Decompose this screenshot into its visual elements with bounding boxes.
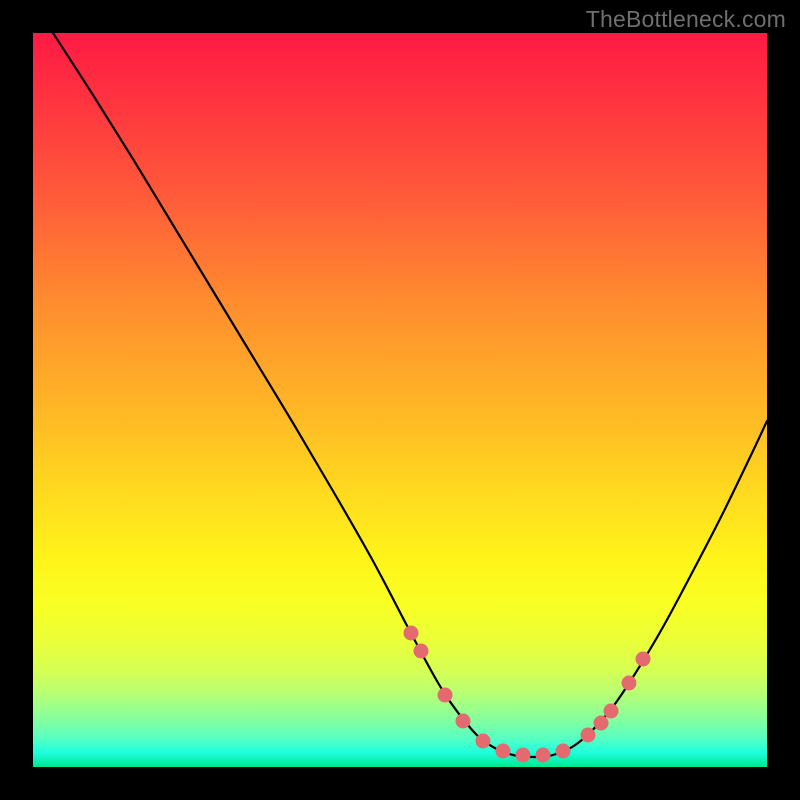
watermark-text: TheBottleneck.com — [586, 6, 786, 33]
highlight-dots — [404, 626, 651, 763]
plot-area — [33, 33, 767, 767]
curve-svg — [33, 33, 767, 767]
chart-frame: TheBottleneck.com — [0, 0, 800, 800]
curve-line — [53, 33, 767, 757]
